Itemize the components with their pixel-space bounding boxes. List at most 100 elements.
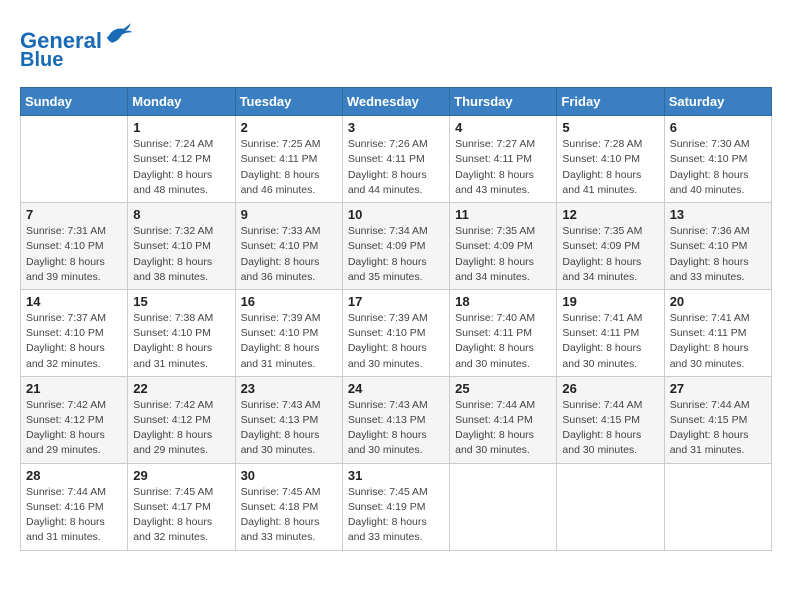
day-info: Sunrise: 7:45 AMSunset: 4:17 PMDaylight:…: [133, 485, 229, 546]
calendar-cell: 25 Sunrise: 7:44 AMSunset: 4:14 PMDayligh…: [450, 376, 557, 463]
logo: General Blue: [20, 20, 132, 71]
day-number: 24: [348, 381, 444, 396]
day-number: 5: [562, 120, 658, 135]
day-number: 27: [670, 381, 766, 396]
day-info: Sunrise: 7:41 AMSunset: 4:11 PMDaylight:…: [670, 311, 766, 372]
day-number: 19: [562, 294, 658, 309]
day-info: Sunrise: 7:33 AMSunset: 4:10 PMDaylight:…: [241, 224, 337, 285]
day-info: Sunrise: 7:35 AMSunset: 4:09 PMDaylight:…: [455, 224, 551, 285]
calendar-cell: 27 Sunrise: 7:44 AMSunset: 4:15 PMDayligh…: [664, 376, 771, 463]
day-number: 15: [133, 294, 229, 309]
day-info: Sunrise: 7:41 AMSunset: 4:11 PMDaylight:…: [562, 311, 658, 372]
calendar-cell: 12 Sunrise: 7:35 AMSunset: 4:09 PMDayligh…: [557, 203, 664, 290]
day-number: 4: [455, 120, 551, 135]
page-header: General Blue: [20, 20, 772, 71]
day-number: 26: [562, 381, 658, 396]
calendar-cell: 2Sunrise: 7:25 AMSunset: 4:11 PMDaylight…: [235, 116, 342, 203]
day-number: 20: [670, 294, 766, 309]
calendar-cell: 18Sunrise: 7:40 AMSunset: 4:11 PMDayligh…: [450, 289, 557, 376]
calendar-cell: 11 Sunrise: 7:35 AMSunset: 4:09 PMDayligh…: [450, 203, 557, 290]
day-number: 22: [133, 381, 229, 396]
calendar-cell: [664, 463, 771, 550]
calendar-cell: 26 Sunrise: 7:44 AMSunset: 4:15 PMDayligh…: [557, 376, 664, 463]
calendar-cell: 17 Sunrise: 7:39 AMSunset: 4:10 PMDayligh…: [342, 289, 449, 376]
column-header-friday: Friday: [557, 88, 664, 116]
day-info: Sunrise: 7:44 AMSunset: 4:15 PMDaylight:…: [562, 398, 658, 459]
calendar-header: SundayMondayTuesdayWednesdayThursdayFrid…: [21, 88, 772, 116]
day-info: Sunrise: 7:45 AMSunset: 4:19 PMDaylight:…: [348, 485, 444, 546]
day-info: Sunrise: 7:24 AMSunset: 4:12 PMDaylight:…: [133, 137, 229, 198]
calendar-cell: [21, 116, 128, 203]
day-number: 8: [133, 207, 229, 222]
day-number: 1: [133, 120, 229, 135]
calendar-cell: 13 Sunrise: 7:36 AMSunset: 4:10 PMDayligh…: [664, 203, 771, 290]
day-info: Sunrise: 7:38 AMSunset: 4:10 PMDaylight:…: [133, 311, 229, 372]
calendar-cell: 10 Sunrise: 7:34 AMSunset: 4:09 PMDayligh…: [342, 203, 449, 290]
calendar-cell: 28 Sunrise: 7:44 AMSunset: 4:16 PMDayligh…: [21, 463, 128, 550]
day-number: 25: [455, 381, 551, 396]
calendar-cell: 15 Sunrise: 7:38 AMSunset: 4:10 PMDayligh…: [128, 289, 235, 376]
calendar-cell: 1 Sunrise: 7:24 AMSunset: 4:12 PMDaylight…: [128, 116, 235, 203]
day-info: Sunrise: 7:36 AMSunset: 4:10 PMDaylight:…: [670, 224, 766, 285]
calendar-cell: 29 Sunrise: 7:45 AMSunset: 4:17 PMDayligh…: [128, 463, 235, 550]
day-info: Sunrise: 7:44 AMSunset: 4:15 PMDaylight:…: [670, 398, 766, 459]
day-info: Sunrise: 7:43 AMSunset: 4:13 PMDaylight:…: [348, 398, 444, 459]
day-number: 11: [455, 207, 551, 222]
column-header-sunday: Sunday: [21, 88, 128, 116]
calendar-cell: 6 Sunrise: 7:30 AMSunset: 4:10 PMDaylight…: [664, 116, 771, 203]
day-info: Sunrise: 7:30 AMSunset: 4:10 PMDaylight:…: [670, 137, 766, 198]
calendar-cell: 24 Sunrise: 7:43 AMSunset: 4:13 PMDayligh…: [342, 376, 449, 463]
day-number: 17: [348, 294, 444, 309]
calendar-cell: 23Sunrise: 7:43 AMSunset: 4:13 PMDayligh…: [235, 376, 342, 463]
column-header-wednesday: Wednesday: [342, 88, 449, 116]
day-info: Sunrise: 7:27 AMSunset: 4:11 PMDaylight:…: [455, 137, 551, 198]
day-number: 6: [670, 120, 766, 135]
calendar-cell: [450, 463, 557, 550]
day-info: Sunrise: 7:31 AMSunset: 4:10 PMDaylight:…: [26, 224, 122, 285]
day-info: Sunrise: 7:43 AMSunset: 4:13 PMDaylight:…: [241, 398, 337, 459]
day-info: Sunrise: 7:45 AMSunset: 4:18 PMDaylight:…: [241, 485, 337, 546]
calendar-cell: 20 Sunrise: 7:41 AMSunset: 4:11 PMDayligh…: [664, 289, 771, 376]
calendar-table: SundayMondayTuesdayWednesdayThursdayFrid…: [20, 87, 772, 550]
calendar-cell: 16 Sunrise: 7:39 AMSunset: 4:10 PMDayligh…: [235, 289, 342, 376]
day-number: 14: [26, 294, 122, 309]
day-number: 7: [26, 207, 122, 222]
day-number: 10: [348, 207, 444, 222]
day-info: Sunrise: 7:28 AMSunset: 4:10 PMDaylight:…: [562, 137, 658, 198]
day-number: 31: [348, 468, 444, 483]
calendar-cell: 7 Sunrise: 7:31 AMSunset: 4:10 PMDaylight…: [21, 203, 128, 290]
day-number: 13: [670, 207, 766, 222]
column-header-monday: Monday: [128, 88, 235, 116]
day-info: Sunrise: 7:35 AMSunset: 4:09 PMDaylight:…: [562, 224, 658, 285]
calendar-cell: 31 Sunrise: 7:45 AMSunset: 4:19 PMDayligh…: [342, 463, 449, 550]
logo-bird-icon: [104, 20, 132, 48]
calendar-cell: 30 Sunrise: 7:45 AMSunset: 4:18 PMDayligh…: [235, 463, 342, 550]
day-number: 12: [562, 207, 658, 222]
day-info: Sunrise: 7:39 AMSunset: 4:10 PMDaylight:…: [241, 311, 337, 372]
column-header-saturday: Saturday: [664, 88, 771, 116]
day-info: Sunrise: 7:25 AMSunset: 4:11 PMDaylight:…: [241, 137, 337, 198]
day-info: Sunrise: 7:44 AMSunset: 4:16 PMDaylight:…: [26, 485, 122, 546]
column-header-tuesday: Tuesday: [235, 88, 342, 116]
calendar-cell: [557, 463, 664, 550]
calendar-cell: 8 Sunrise: 7:32 AMSunset: 4:10 PMDaylight…: [128, 203, 235, 290]
calendar-cell: 19 Sunrise: 7:41 AMSunset: 4:11 PMDayligh…: [557, 289, 664, 376]
calendar-cell: 22Sunrise: 7:42 AMSunset: 4:12 PMDayligh…: [128, 376, 235, 463]
day-number: 30: [241, 468, 337, 483]
calendar-cell: 9Sunrise: 7:33 AMSunset: 4:10 PMDaylight…: [235, 203, 342, 290]
calendar-cell: 3Sunrise: 7:26 AMSunset: 4:11 PMDaylight…: [342, 116, 449, 203]
day-number: 29: [133, 468, 229, 483]
day-number: 21: [26, 381, 122, 396]
day-number: 18: [455, 294, 551, 309]
day-info: Sunrise: 7:44 AMSunset: 4:14 PMDaylight:…: [455, 398, 551, 459]
day-number: 28: [26, 468, 122, 483]
calendar-cell: 14Sunrise: 7:37 AMSunset: 4:10 PMDayligh…: [21, 289, 128, 376]
calendar-cell: 5 Sunrise: 7:28 AMSunset: 4:10 PMDaylight…: [557, 116, 664, 203]
calendar-cell: 4 Sunrise: 7:27 AMSunset: 4:11 PMDaylight…: [450, 116, 557, 203]
day-info: Sunrise: 7:34 AMSunset: 4:09 PMDaylight:…: [348, 224, 444, 285]
day-info: Sunrise: 7:32 AMSunset: 4:10 PMDaylight:…: [133, 224, 229, 285]
day-number: 16: [241, 294, 337, 309]
day-info: Sunrise: 7:39 AMSunset: 4:10 PMDaylight:…: [348, 311, 444, 372]
day-info: Sunrise: 7:26 AMSunset: 4:11 PMDaylight:…: [348, 137, 444, 198]
calendar-cell: 21Sunrise: 7:42 AMSunset: 4:12 PMDayligh…: [21, 376, 128, 463]
